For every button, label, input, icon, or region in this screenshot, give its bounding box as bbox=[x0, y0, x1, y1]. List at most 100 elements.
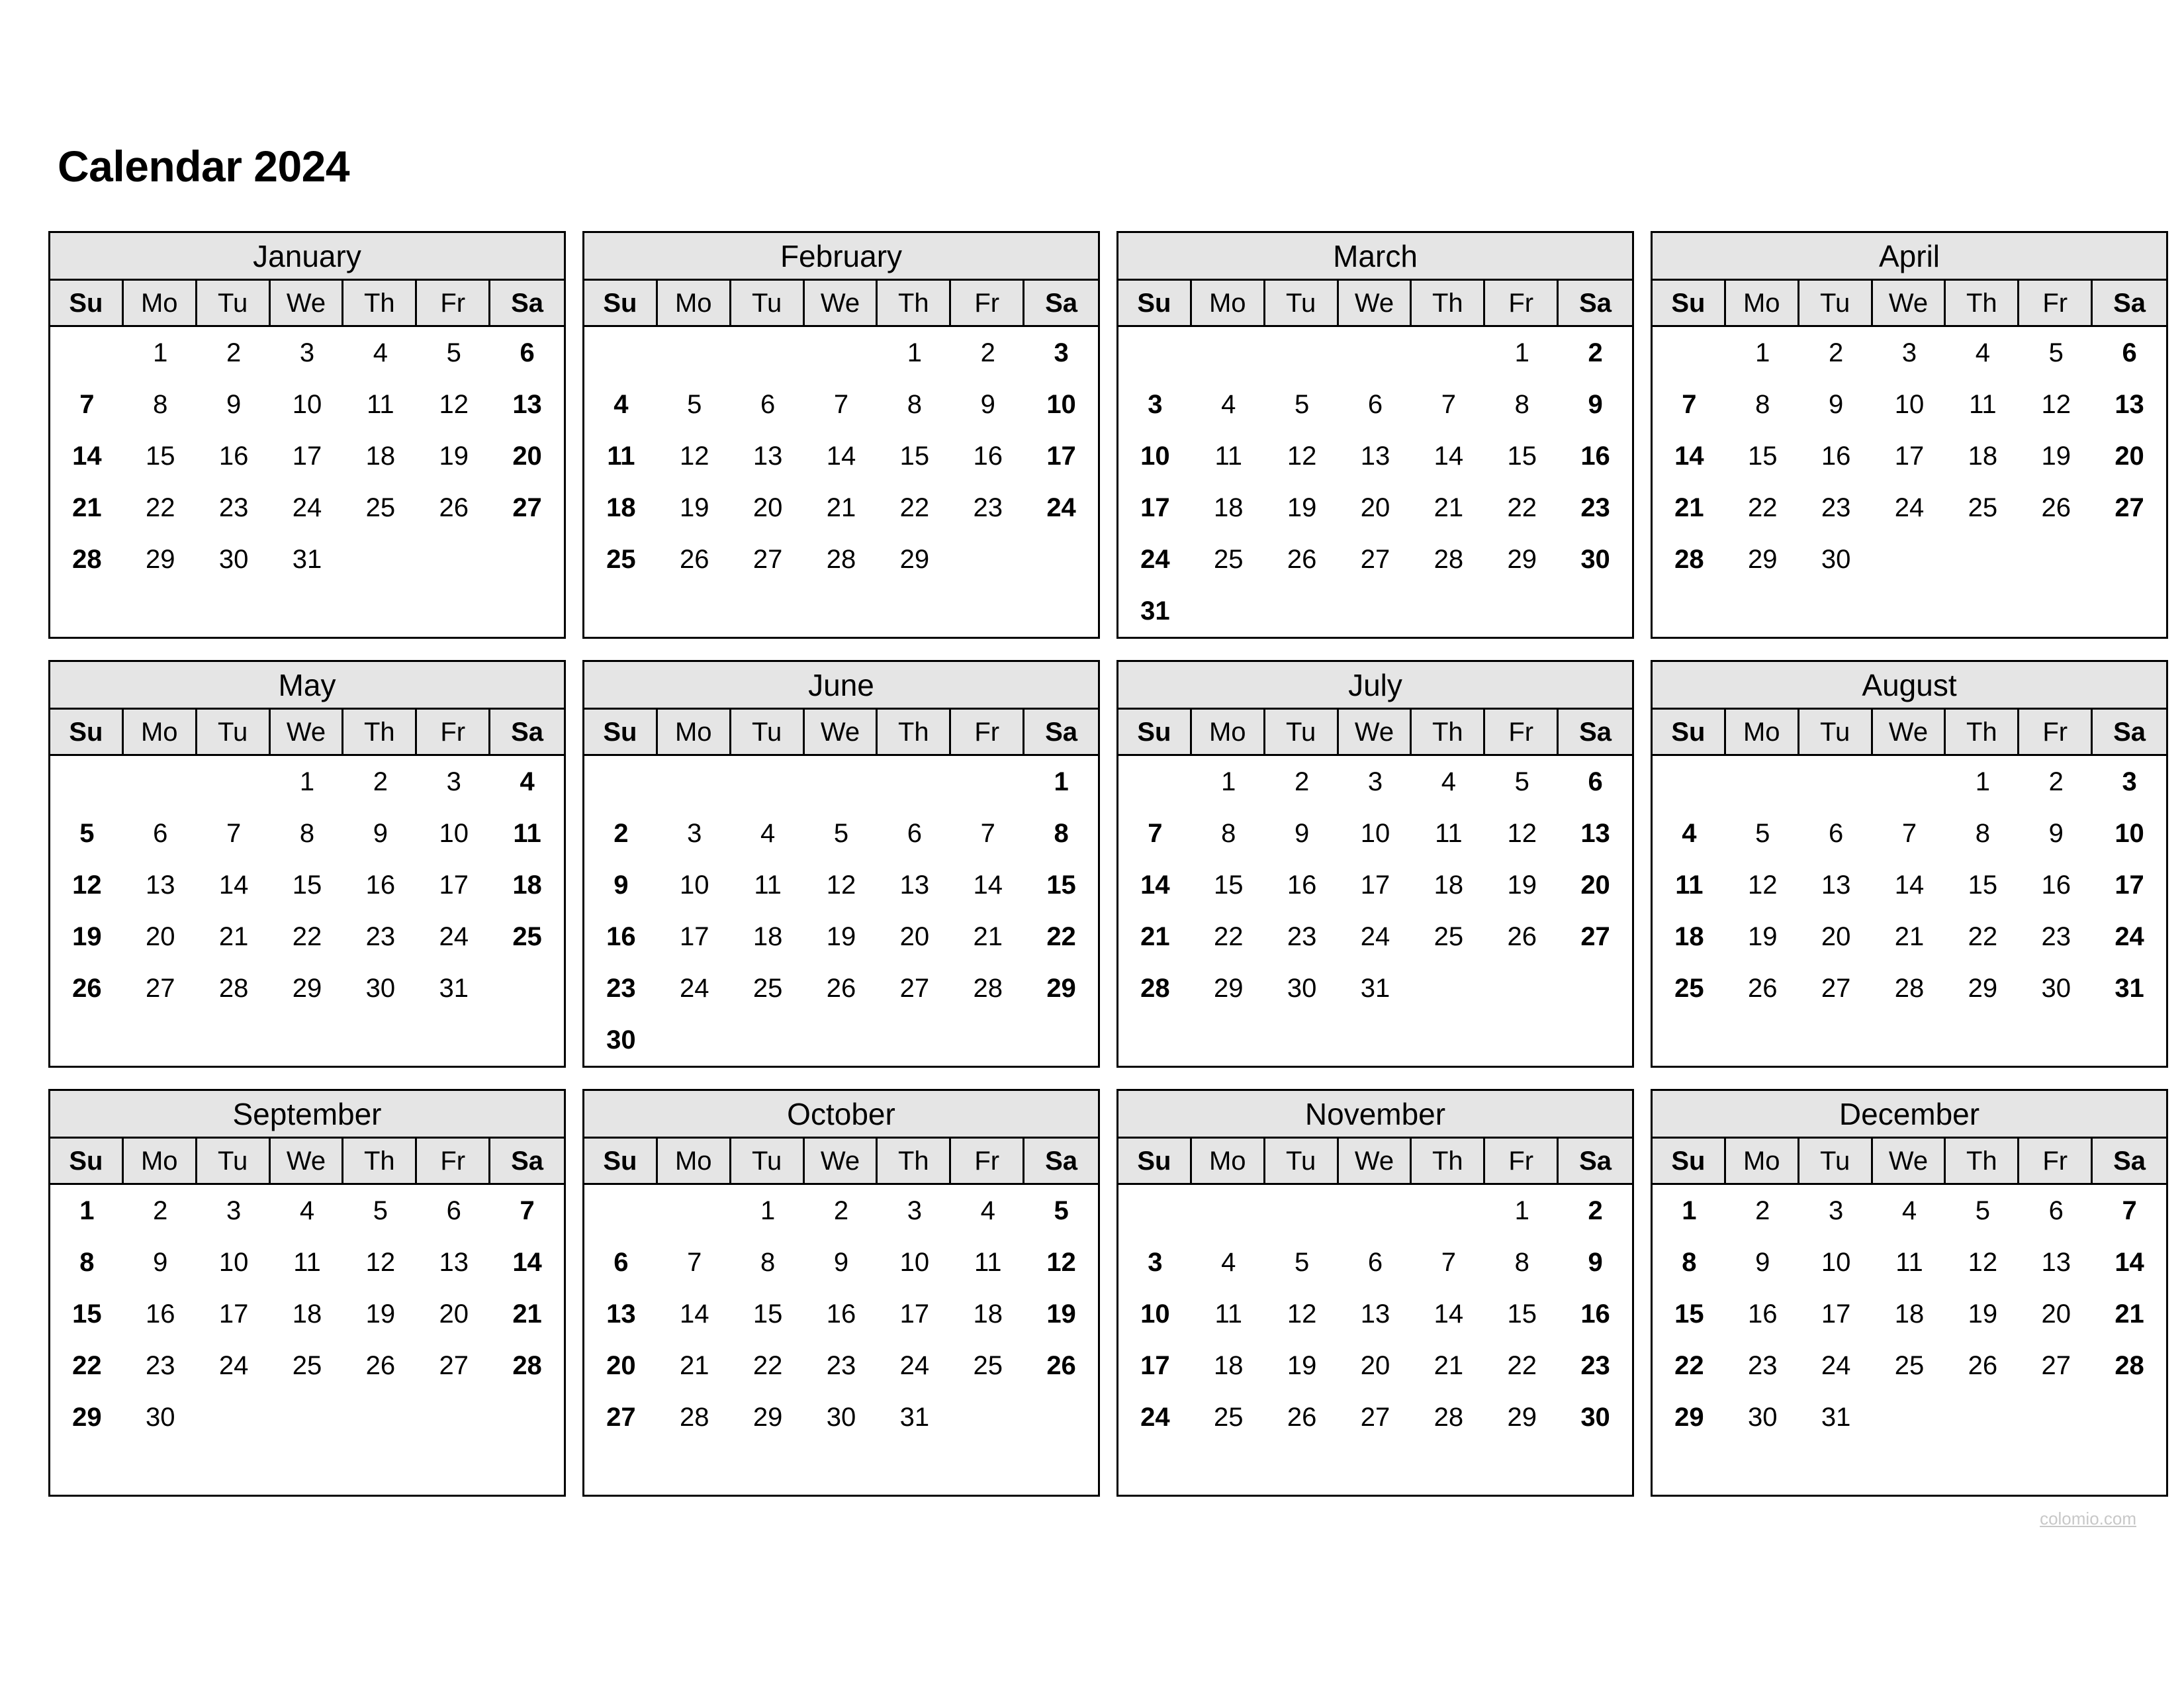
day-cell[interactable]: 3 bbox=[2093, 756, 2166, 808]
day-cell[interactable]: 24 bbox=[1339, 911, 1412, 962]
day-cell[interactable]: 25 bbox=[951, 1340, 1024, 1391]
day-cell[interactable]: 15 bbox=[50, 1288, 124, 1340]
day-cell[interactable]: 9 bbox=[1799, 379, 1873, 430]
day-cell[interactable]: 25 bbox=[1192, 1391, 1265, 1443]
day-cell[interactable]: 21 bbox=[1412, 482, 1485, 534]
day-cell[interactable]: 10 bbox=[197, 1237, 271, 1288]
day-cell[interactable]: 10 bbox=[2093, 808, 2166, 859]
day-cell[interactable]: 23 bbox=[1559, 1340, 1632, 1391]
day-cell[interactable]: 14 bbox=[1118, 859, 1192, 911]
day-cell[interactable]: 31 bbox=[271, 534, 344, 585]
day-cell[interactable]: 20 bbox=[2019, 1288, 2093, 1340]
day-cell[interactable]: 23 bbox=[1559, 482, 1632, 534]
day-cell[interactable]: 16 bbox=[1559, 430, 1632, 482]
day-cell[interactable]: 24 bbox=[1799, 1340, 1873, 1391]
day-cell[interactable]: 13 bbox=[417, 1237, 490, 1288]
day-cell[interactable]: 29 bbox=[1485, 534, 1559, 585]
day-cell[interactable]: 1 bbox=[1946, 756, 2019, 808]
day-cell[interactable]: 1 bbox=[1485, 1185, 1559, 1237]
day-cell[interactable]: 7 bbox=[197, 808, 271, 859]
day-cell[interactable]: 15 bbox=[1485, 430, 1559, 482]
day-cell[interactable]: 29 bbox=[1192, 962, 1265, 1014]
day-cell[interactable]: 30 bbox=[2019, 962, 2093, 1014]
day-cell[interactable]: 6 bbox=[490, 327, 564, 379]
day-cell[interactable]: 16 bbox=[1265, 859, 1339, 911]
day-cell[interactable]: 27 bbox=[1799, 962, 1873, 1014]
day-cell[interactable]: 1 bbox=[1192, 756, 1265, 808]
day-cell[interactable]: 24 bbox=[1873, 482, 1946, 534]
day-cell[interactable]: 4 bbox=[1192, 379, 1265, 430]
day-cell[interactable]: 1 bbox=[124, 327, 197, 379]
day-cell[interactable]: 6 bbox=[1339, 379, 1412, 430]
day-cell[interactable]: 16 bbox=[343, 859, 417, 911]
day-cell[interactable]: 14 bbox=[658, 1288, 731, 1340]
day-cell[interactable]: 14 bbox=[1412, 1288, 1485, 1340]
day-cell[interactable]: 2 bbox=[124, 1185, 197, 1237]
day-cell[interactable]: 28 bbox=[197, 962, 271, 1014]
day-cell[interactable]: 25 bbox=[731, 962, 805, 1014]
day-cell[interactable]: 16 bbox=[805, 1288, 878, 1340]
day-cell[interactable]: 8 bbox=[731, 1237, 805, 1288]
day-cell[interactable]: 14 bbox=[805, 430, 878, 482]
day-cell[interactable]: 17 bbox=[197, 1288, 271, 1340]
day-cell[interactable]: 16 bbox=[1799, 430, 1873, 482]
day-cell[interactable]: 11 bbox=[1412, 808, 1485, 859]
day-cell[interactable]: 20 bbox=[490, 430, 564, 482]
day-cell[interactable]: 13 bbox=[124, 859, 197, 911]
day-cell[interactable]: 10 bbox=[1873, 379, 1946, 430]
day-cell[interactable]: 22 bbox=[1024, 911, 1098, 962]
day-cell[interactable]: 10 bbox=[1118, 430, 1192, 482]
day-cell[interactable]: 20 bbox=[878, 911, 951, 962]
day-cell[interactable]: 2 bbox=[1265, 756, 1339, 808]
day-cell[interactable]: 22 bbox=[1726, 482, 1799, 534]
day-cell[interactable]: 2 bbox=[1559, 1185, 1632, 1237]
day-cell[interactable]: 24 bbox=[271, 482, 344, 534]
day-cell[interactable]: 2 bbox=[2019, 756, 2093, 808]
day-cell[interactable]: 16 bbox=[197, 430, 271, 482]
day-cell[interactable]: 31 bbox=[417, 962, 490, 1014]
day-cell[interactable]: 29 bbox=[271, 962, 344, 1014]
day-cell[interactable]: 15 bbox=[1192, 859, 1265, 911]
day-cell[interactable]: 5 bbox=[50, 808, 124, 859]
day-cell[interactable]: 7 bbox=[1412, 379, 1485, 430]
day-cell[interactable]: 29 bbox=[1024, 962, 1098, 1014]
day-cell[interactable]: 26 bbox=[417, 482, 490, 534]
day-cell[interactable]: 14 bbox=[1873, 859, 1946, 911]
day-cell[interactable]: 28 bbox=[1118, 962, 1192, 1014]
day-cell[interactable]: 9 bbox=[805, 1237, 878, 1288]
day-cell[interactable]: 12 bbox=[1024, 1237, 1098, 1288]
day-cell[interactable]: 9 bbox=[343, 808, 417, 859]
day-cell[interactable]: 12 bbox=[1726, 859, 1799, 911]
day-cell[interactable]: 6 bbox=[878, 808, 951, 859]
day-cell[interactable]: 7 bbox=[50, 379, 124, 430]
day-cell[interactable]: 28 bbox=[951, 962, 1024, 1014]
day-cell[interactable]: 25 bbox=[490, 911, 564, 962]
day-cell[interactable]: 30 bbox=[1726, 1391, 1799, 1443]
day-cell[interactable]: 5 bbox=[658, 379, 731, 430]
day-cell[interactable]: 17 bbox=[417, 859, 490, 911]
day-cell[interactable]: 15 bbox=[124, 430, 197, 482]
day-cell[interactable]: 28 bbox=[658, 1391, 731, 1443]
day-cell[interactable]: 21 bbox=[805, 482, 878, 534]
day-cell[interactable]: 17 bbox=[271, 430, 344, 482]
day-cell[interactable]: 10 bbox=[1799, 1237, 1873, 1288]
day-cell[interactable]: 24 bbox=[658, 962, 731, 1014]
day-cell[interactable]: 9 bbox=[197, 379, 271, 430]
day-cell[interactable]: 8 bbox=[878, 379, 951, 430]
day-cell[interactable]: 12 bbox=[2019, 379, 2093, 430]
day-cell[interactable]: 6 bbox=[731, 379, 805, 430]
day-cell[interactable]: 5 bbox=[2019, 327, 2093, 379]
day-cell[interactable]: 27 bbox=[584, 1391, 658, 1443]
day-cell[interactable]: 17 bbox=[1873, 430, 1946, 482]
day-cell[interactable]: 12 bbox=[417, 379, 490, 430]
day-cell[interactable]: 30 bbox=[805, 1391, 878, 1443]
day-cell[interactable]: 24 bbox=[197, 1340, 271, 1391]
day-cell[interactable]: 19 bbox=[1265, 482, 1339, 534]
day-cell[interactable]: 27 bbox=[878, 962, 951, 1014]
day-cell[interactable]: 3 bbox=[878, 1185, 951, 1237]
day-cell[interactable]: 25 bbox=[1873, 1340, 1946, 1391]
day-cell[interactable]: 22 bbox=[1653, 1340, 1726, 1391]
day-cell[interactable]: 3 bbox=[1873, 327, 1946, 379]
day-cell[interactable]: 4 bbox=[271, 1185, 344, 1237]
day-cell[interactable]: 4 bbox=[1946, 327, 2019, 379]
